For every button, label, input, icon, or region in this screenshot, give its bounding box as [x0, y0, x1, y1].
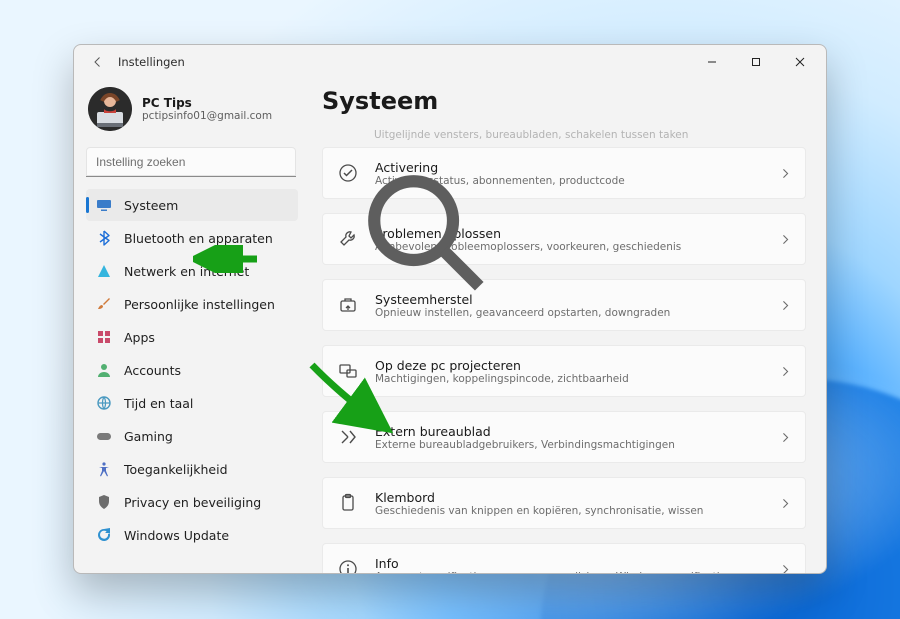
setting-row-extern[interactable]: Extern bureaubladExterne bureaubladgebru…	[322, 411, 806, 463]
sidebar-item-network[interactable]: Netwerk en internet	[86, 255, 298, 287]
check-icon	[337, 162, 359, 184]
sidebar-nav: Systeem Bluetooth en apparaten Netwerk en …	[86, 189, 298, 551]
search-input[interactable]	[86, 147, 296, 177]
access-icon	[96, 461, 112, 477]
avatar	[88, 87, 132, 131]
setting-subtitle: Machtigingen, koppelingspincode, zichtba…	[375, 373, 764, 385]
remote-icon	[337, 426, 359, 448]
chevron-right-icon	[780, 560, 791, 574]
setting-row-activering[interactable]: ActiveringActiveringsstatus, abonnemente…	[322, 147, 806, 199]
sidebar-item-label: Systeem	[124, 198, 178, 213]
sidebar-item-time[interactable]: Tijd en taal	[86, 387, 298, 419]
maximize-button[interactable]	[734, 47, 778, 77]
page-title: Systeem	[322, 87, 806, 115]
setting-row-herstel[interactable]: SysteemherstelOpnieuw instellen, geavanc…	[322, 279, 806, 331]
setting-title: Extern bureaublad	[375, 424, 764, 439]
chevron-right-icon	[780, 164, 791, 183]
sidebar-item-label: Persoonlijke instellingen	[124, 297, 275, 312]
setting-subtitle: Apparaatspecificaties, naam van pc wijzi…	[375, 571, 764, 574]
project-icon	[337, 360, 359, 382]
sidebar-item-accessibility[interactable]: Toegankelijkheid	[86, 453, 298, 485]
profile-email: pctipsinfo01@gmail.com	[142, 110, 272, 122]
recovery-icon	[337, 294, 359, 316]
shield-icon	[96, 494, 112, 510]
sidebar-item-label: Toegankelijkheid	[124, 462, 228, 477]
minimize-button[interactable]	[690, 47, 734, 77]
sidebar-item-label: Netwerk en internet	[124, 264, 249, 279]
chevron-right-icon	[780, 230, 791, 249]
sidebar-item-accounts[interactable]: Accounts	[86, 354, 298, 386]
sidebar-item-label: Bluetooth en apparaten	[124, 231, 273, 246]
sidebar-item-apps[interactable]: Apps	[86, 321, 298, 353]
setting-row-info[interactable]: InfoApparaatspecificaties, naam van pc w…	[322, 543, 806, 573]
setting-title: Problemen oplossen	[375, 226, 764, 241]
setting-title: Klembord	[375, 490, 764, 505]
update-icon	[96, 527, 112, 543]
chevron-right-icon	[780, 494, 791, 513]
settings-window: Instellingen PC Tips	[73, 44, 827, 574]
sidebar-item-bluetooth[interactable]: Bluetooth en apparaten	[86, 222, 298, 254]
chevron-right-icon	[780, 362, 791, 381]
setting-title: Activering	[375, 160, 764, 175]
profile-block[interactable]: PC Tips pctipsinfo01@gmail.com	[86, 79, 298, 147]
truncated-prev-item: Uitgelijnde vensters, bureaubladen, scha…	[322, 125, 806, 147]
sidebar-item-system[interactable]: Systeem	[86, 189, 298, 221]
sidebar-item-personal[interactable]: Persoonlijke instellingen	[86, 288, 298, 320]
wifi-icon	[96, 263, 112, 279]
sidebar-item-label: Accounts	[124, 363, 181, 378]
sidebar-item-label: Windows Update	[124, 528, 229, 543]
chevron-right-icon	[780, 296, 791, 315]
setting-subtitle: Activeringsstatus, abonnementen, product…	[375, 175, 764, 187]
setting-title: Op deze pc projecteren	[375, 358, 764, 373]
setting-row-klembord[interactable]: KlembordGeschiedenis van knippen en kopi…	[322, 477, 806, 529]
person-icon	[96, 362, 112, 378]
setting-subtitle: Aanbevolen probleemoplossers, voorkeuren…	[375, 241, 764, 253]
globe-icon	[96, 395, 112, 411]
brush-icon	[96, 296, 112, 312]
monitor-icon	[96, 197, 112, 213]
sidebar-item-label: Tijd en taal	[124, 396, 193, 411]
sidebar-item-label: Privacy en beveiliging	[124, 495, 261, 510]
sidebar-item-label: Gaming	[124, 429, 173, 444]
setting-row-projecteren[interactable]: Op deze pc projecterenMachtigingen, kopp…	[322, 345, 806, 397]
settings-list: ActiveringActiveringsstatus, abonnemente…	[322, 147, 806, 573]
back-button[interactable]	[86, 53, 110, 72]
sidebar-item-privacy[interactable]: Privacy en beveiliging	[86, 486, 298, 518]
setting-row-problemen[interactable]: Problemen oplossenAanbevolen probleemopl…	[322, 213, 806, 265]
close-button[interactable]	[778, 47, 822, 77]
setting-title: Info	[375, 556, 764, 571]
sidebar-item-gaming[interactable]: Gaming	[86, 420, 298, 452]
apps-icon	[96, 329, 112, 345]
setting-subtitle: Opnieuw instellen, geavanceerd opstarten…	[375, 307, 764, 319]
clipboard-icon	[337, 492, 359, 514]
info-icon	[337, 558, 359, 573]
wrench-icon	[337, 228, 359, 250]
bluetooth-icon	[96, 230, 112, 246]
setting-subtitle: Geschiedenis van knippen en kopiëren, sy…	[375, 505, 764, 517]
setting-subtitle: Externe bureaubladgebruikers, Verbinding…	[375, 439, 764, 451]
sidebar-item-update[interactable]: Windows Update	[86, 519, 298, 551]
profile-name: PC Tips	[142, 96, 272, 110]
main-content: Systeem Uitgelijnde vensters, bureaublad…	[306, 79, 826, 573]
window-title: Instellingen	[118, 55, 185, 69]
chevron-right-icon	[780, 428, 791, 447]
sidebar-item-label: Apps	[124, 330, 155, 345]
sidebar: PC Tips pctipsinfo01@gmail.com Systeem Bl…	[74, 79, 306, 573]
titlebar: Instellingen	[74, 45, 826, 79]
setting-title: Systeemherstel	[375, 292, 764, 307]
gamepad-icon	[96, 428, 112, 444]
